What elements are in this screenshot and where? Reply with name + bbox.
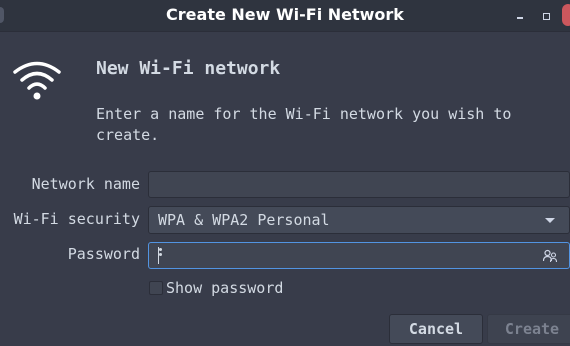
wifi-security-select[interactable]: WPA & WPA2 Personal	[148, 206, 570, 234]
wifi-icon	[13, 61, 61, 100]
network-name-label: Network name	[31, 175, 140, 193]
chevron-down-icon	[545, 218, 555, 223]
window-titlebar: Create New Wi-Fi Network	[0, 0, 570, 32]
cursor-dot	[159, 253, 162, 256]
keys-icon[interactable]	[543, 249, 557, 263]
show-password-label: Show password	[166, 279, 284, 297]
dialog-description: Enter a name for the Wi-Fi network you w…	[96, 105, 512, 144]
wifi-security-label: Wi-Fi security	[13, 210, 140, 228]
maximize-icon[interactable]	[540, 9, 552, 21]
show-password-row[interactable]: Show password	[149, 279, 283, 297]
cancel-button[interactable]: Cancel	[389, 314, 483, 344]
network-name-input[interactable]	[148, 171, 570, 198]
cursor-dot	[159, 248, 162, 251]
close-icon[interactable]	[562, 4, 570, 26]
wifi-security-value: WPA & WPA2 Personal	[158, 211, 330, 229]
create-button[interactable]: Create	[487, 314, 570, 344]
window-title: Create New Wi-Fi Network	[166, 5, 404, 24]
password-label: Password	[67, 245, 140, 263]
password-input[interactable]	[148, 242, 570, 269]
minimize-icon[interactable]	[514, 9, 526, 21]
show-password-checkbox[interactable]	[149, 281, 163, 295]
dialog-heading: New Wi-Fi network	[96, 58, 281, 79]
